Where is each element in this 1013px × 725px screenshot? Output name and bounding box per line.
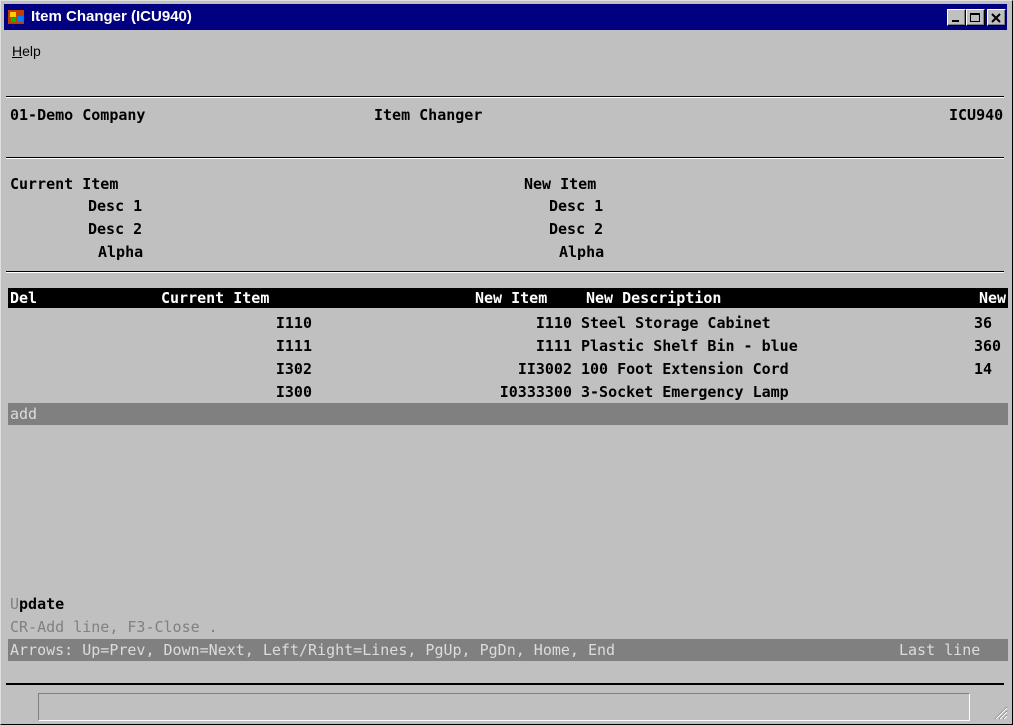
footer-divider [6, 683, 1004, 685]
row-new-value: 14 [974, 360, 993, 378]
row-current-item: I302 [275, 360, 312, 378]
new-alpha-label: Alpha [559, 243, 605, 261]
row-new-item: I0333300 [499, 383, 572, 401]
add-line-row[interactable]: add [8, 403, 1008, 425]
new-desc1-label: Desc 1 [549, 197, 604, 215]
row-new-value: 360 [974, 337, 1002, 355]
close-button[interactable] [987, 9, 1006, 26]
col-del-header: Del [10, 289, 38, 307]
grid-header: Del Current Item New Item New Descriptio… [8, 288, 1008, 308]
row-new-description: 100 Foot Extension Cord [581, 360, 789, 378]
row-new-description: Steel Storage Cabinet [581, 314, 771, 332]
close-icon [991, 13, 1001, 23]
row-current-item: I110 [275, 314, 312, 332]
company-name: 01-Demo Company [10, 106, 146, 124]
current-item-label: Current Item [10, 175, 119, 193]
window-title: Item Changer (ICU940) [31, 8, 192, 25]
row-current-item: I300 [275, 383, 312, 401]
header-divider-top [6, 96, 1004, 98]
current-alpha-label: Alpha [98, 243, 144, 261]
resize-grip-icon[interactable] [994, 706, 1008, 720]
new-desc2-label: Desc 2 [549, 220, 604, 238]
add-label: add [10, 405, 38, 423]
app-window: Item Changer (ICU940) Help 01-Demo Compa… [0, 0, 1013, 725]
navigation-hint-bar: Arrows: Up=Prev, Down=Next, Left/Right=L… [8, 639, 1008, 661]
program-title: Item Changer [374, 106, 483, 124]
current-desc2-label: Desc 2 [88, 220, 143, 238]
status-panel [38, 693, 970, 721]
mode-indicator: Update [10, 595, 65, 613]
app-icon [8, 10, 24, 24]
row-new-item: II3002 [517, 360, 572, 378]
col-new-description-header: New Description [586, 289, 722, 307]
key-hint: CR-Add line, F3-Close . [10, 618, 218, 636]
maximize-button[interactable] [966, 9, 985, 26]
navigation-keys: Arrows: Up=Prev, Down=Next, Left/Right=L… [10, 641, 616, 659]
current-desc1-label: Desc 1 [88, 197, 143, 215]
header-divider-bottom [6, 157, 1004, 159]
row-new-item: I110 [535, 314, 572, 332]
row-new-item: I111 [535, 337, 572, 355]
menu-bar: Help [4, 33, 1007, 59]
menu-help[interactable]: Help [12, 43, 41, 59]
maximize-icon [970, 13, 980, 22]
program-code: ICU940 [949, 106, 1004, 124]
col-current-item-header: Current Item [161, 289, 270, 307]
row-current-item: I111 [275, 337, 312, 355]
col-new-item-header: New Item [475, 289, 548, 307]
col-new-header: New [979, 289, 1007, 307]
position-indicator: Last line [899, 641, 981, 659]
row-new-value: 36 [974, 314, 993, 332]
minimize-button[interactable] [947, 9, 966, 26]
title-bar[interactable]: Item Changer (ICU940) [4, 4, 1007, 30]
new-item-label: New Item [524, 175, 597, 193]
row-new-description: Plastic Shelf Bin - blue [581, 337, 798, 355]
form-divider [6, 271, 1004, 273]
minimize-icon [952, 20, 959, 22]
row-new-description: 3-Socket Emergency Lamp [581, 383, 789, 401]
